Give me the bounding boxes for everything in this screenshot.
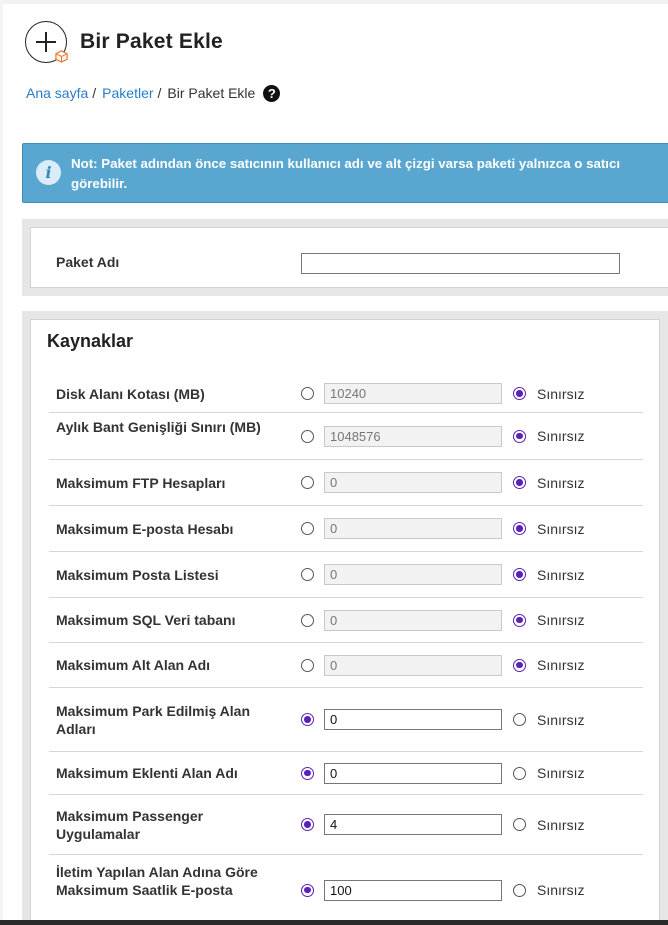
unlimited-radio[interactable] [513, 568, 526, 581]
top-strip [0, 0, 668, 4]
breadcrumb-separator: / [92, 85, 97, 101]
unlimited-label: Sınırsız [537, 612, 585, 628]
row-divider [49, 642, 643, 643]
unlimited-radio[interactable] [513, 387, 526, 400]
value-radio[interactable] [301, 476, 314, 489]
value-radio[interactable] [301, 818, 314, 831]
value-radio[interactable] [301, 766, 314, 780]
resource-label: Maksimum Eklenti Alan Adı [56, 765, 238, 781]
unlimited-radio[interactable] [513, 713, 526, 726]
resource-label: Maksimum Park Edilmiş Alan Adları [56, 702, 250, 737]
note-body: Paket adından önce satıcının kullanıcı a… [71, 156, 621, 191]
resource-label: Maksimum E-posta Hesabı [56, 520, 234, 537]
unlimited-label: Sınırsız [537, 428, 585, 444]
row-divider [49, 505, 643, 506]
row-divider [49, 459, 643, 460]
row-divider [49, 412, 643, 413]
resource-value-input[interactable] [324, 814, 502, 835]
resource-value-input[interactable] [324, 383, 502, 404]
unlimited-label: Sınırsız [537, 816, 585, 833]
resource-label: Maksimum FTP Hesapları [56, 474, 226, 491]
resource-label: İletim Yapılan Alan Adına Göre Maksimum … [56, 864, 258, 898]
unlimited-label: Sınırsız [537, 657, 585, 673]
resource-value-input[interactable] [324, 709, 502, 730]
window-bottom-border [0, 920, 668, 925]
breadcrumb-home-link[interactable]: Ana sayfa [26, 85, 88, 101]
package-name-label: Paket Adı [56, 254, 120, 270]
resource-value-input[interactable] [324, 425, 502, 447]
package-box-icon [55, 50, 68, 63]
unlimited-label: Sınırsız [537, 566, 585, 583]
row-divider [49, 794, 643, 795]
unlimited-radio[interactable] [513, 766, 526, 780]
note-prefix: Not: [71, 156, 98, 171]
unlimited-label: Sınırsız [537, 765, 585, 781]
value-radio[interactable] [301, 613, 314, 627]
resource-value-input[interactable] [324, 472, 502, 493]
value-radio[interactable] [301, 429, 314, 443]
unlimited-label: Sınırsız [537, 711, 585, 728]
resources-title: Kaynaklar [47, 331, 134, 351]
breadcrumb-packages-link[interactable]: Paketler [102, 85, 153, 101]
unlimited-label: Sınırsız [537, 520, 585, 537]
unlimited-radio[interactable] [513, 883, 526, 897]
resource-value-input[interactable] [324, 879, 502, 901]
unlimited-label: Sınırsız [537, 882, 585, 898]
row-divider [49, 551, 643, 552]
unlimited-radio[interactable] [513, 522, 526, 535]
unlimited-radio[interactable] [513, 658, 526, 672]
breadcrumb-current: Bir Paket Ekle [167, 85, 256, 101]
value-radio[interactable] [301, 658, 314, 672]
resource-label: Maksimum Posta Listesi [56, 566, 219, 583]
resource-value-input[interactable] [324, 609, 502, 631]
resource-value-input[interactable] [324, 564, 502, 585]
breadcrumb-separator: / [157, 85, 162, 101]
value-radio[interactable] [301, 568, 314, 581]
resource-label: Disk Alanı Kotası (MB) [56, 385, 205, 402]
unlimited-label: Sınırsız [537, 385, 585, 402]
note-text: Not: Paket adından önce satıcının kullan… [71, 154, 641, 194]
page-title: Bir Paket Ekle [80, 30, 223, 53]
unlimited-radio[interactable] [513, 476, 526, 489]
unlimited-radio[interactable] [513, 429, 526, 443]
help-icon[interactable]: ? [263, 84, 281, 102]
resource-value-input[interactable] [324, 654, 502, 676]
left-strip [0, 0, 3, 925]
resource-label: Maksimum SQL Veri tabanı [56, 612, 236, 628]
row-divider [49, 751, 643, 752]
resource-value-input[interactable] [324, 518, 502, 539]
row-divider [49, 597, 643, 598]
package-name-input[interactable] [301, 253, 620, 274]
resource-label: Aylık Bant Genişliği Sınırı (MB) [56, 419, 261, 435]
row-divider [49, 854, 643, 855]
page-header: Bir Paket Ekle [25, 20, 223, 64]
add-package-icon [25, 21, 68, 63]
row-divider [49, 687, 643, 688]
unlimited-radio[interactable] [513, 613, 526, 627]
value-radio[interactable] [301, 713, 314, 726]
value-radio[interactable] [301, 387, 314, 400]
unlimited-radio[interactable] [513, 818, 526, 831]
info-icon: i [36, 160, 61, 185]
value-radio[interactable] [301, 522, 314, 535]
note-alert: i Not: Paket adından önce satıcının kull… [22, 143, 668, 203]
breadcrumb: Ana sayfa / Paketler / Bir Paket Ekle ? [26, 82, 281, 104]
value-radio[interactable] [301, 883, 314, 897]
resource-value-input[interactable] [324, 762, 502, 784]
resource-label: Maksimum Alt Alan Adı [56, 657, 211, 673]
resource-label: Maksimum Passenger Uygulamalar [56, 807, 204, 842]
unlimited-label: Sınırsız [537, 474, 585, 491]
